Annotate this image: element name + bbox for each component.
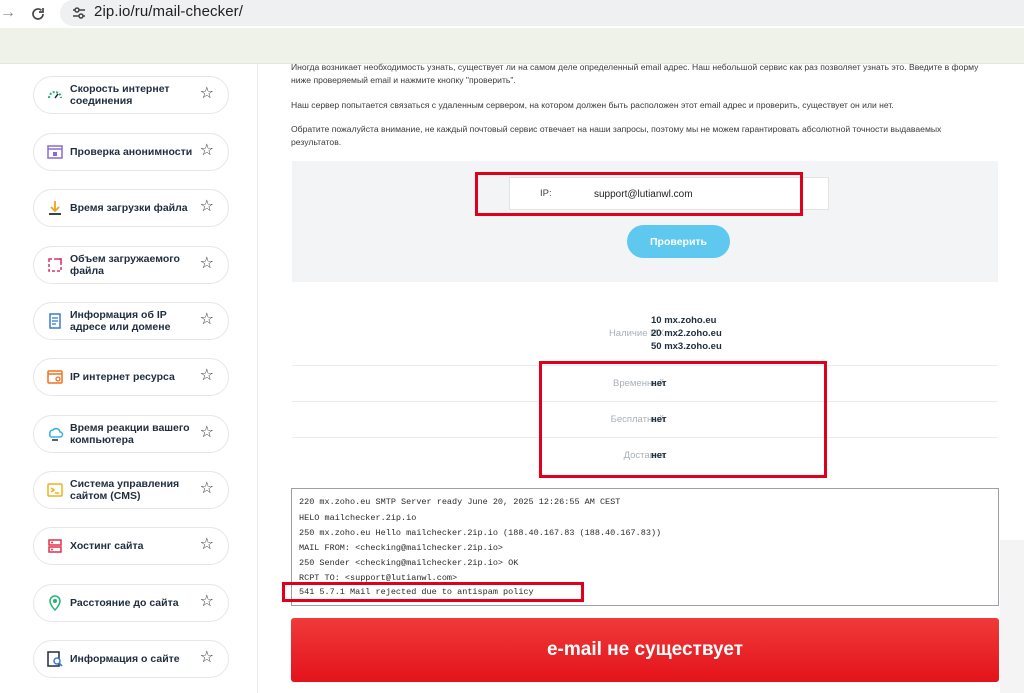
forward-arrow-icon[interactable]: → <box>0 4 16 22</box>
sidebar-item-anonymity[interactable]: Проверка анонимности ☆ <box>33 133 229 171</box>
mx-record: 20 mx2.zoho.eu <box>651 328 722 339</box>
sidebar-item-internet-speed[interactable]: Скорость интернет соединения ☆ <box>33 76 229 114</box>
star-icon[interactable]: ☆ <box>200 480 214 498</box>
sidebar-item-label: Объем загружаемого файла <box>70 253 180 277</box>
sidebar-item-cms[interactable]: Система управления сайтом (CMS) ☆ <box>33 471 229 509</box>
sidebar-item-ip-resource[interactable]: IP интернет ресурса ☆ <box>33 358 229 396</box>
sidebar-item-label: Информация об IP адресе или домене <box>70 309 171 333</box>
delivery-value: нет <box>651 450 667 461</box>
star-icon[interactable]: ☆ <box>200 255 214 273</box>
browser-toolbar: → 2ip.io/ru/mail-checker/ <box>0 0 1024 28</box>
sidebar-item-label: Время загрузки файла <box>70 202 188 214</box>
divider <box>292 437 998 438</box>
download-icon <box>49 201 61 215</box>
sidebar-item-label: IP интернет ресурса <box>70 371 175 383</box>
sidebar-item-label: Расстояние до сайта <box>70 597 179 609</box>
mx-record: 10 mx.zoho.eu <box>651 315 717 326</box>
sidebar-item-ip-info[interactable]: Информация об IP адресе или домене ☆ <box>33 302 229 340</box>
intro-paragraph: Обратите пожалуйста внимание, не каждый … <box>291 124 942 147</box>
log-line: RCPT TO: <support@lutianwl.com> <box>299 573 458 583</box>
address-bar[interactable]: 2ip.io/ru/mail-checker/ <box>60 0 1024 26</box>
sidebar-item-label: Хостинг сайта <box>70 540 144 552</box>
log-line: HELO mailchecker.2ip.io <box>299 513 417 523</box>
server-icon <box>48 539 62 553</box>
resize-icon <box>48 258 62 272</box>
sidebar-item-label: Время реакции вашего компьютера <box>70 422 190 446</box>
star-icon[interactable]: ☆ <box>200 424 214 442</box>
search-document-icon <box>47 651 63 667</box>
temporary-value: нет <box>651 378 667 389</box>
sidebar-item-distance[interactable]: Расстояние до сайта ☆ <box>33 584 229 622</box>
sidebar-item-site-info[interactable]: Информация о сайте ☆ <box>33 640 229 678</box>
intro-paragraph: Наш сервер попытается связаться с удален… <box>291 100 894 110</box>
result-text: e-mail не существует <box>546 639 743 660</box>
divider <box>292 401 998 402</box>
log-line: 220 mx.zoho.eu SMTP Server ready June 20… <box>299 497 621 507</box>
location-pin-icon <box>49 595 61 612</box>
check-button[interactable]: Проверить <box>627 225 730 258</box>
star-icon[interactable]: ☆ <box>200 367 214 385</box>
scrollbar[interactable] <box>1000 540 1024 693</box>
sidebar-item-label: Информация о сайте <box>70 653 180 665</box>
sidebar-item-file-size[interactable]: Объем загружаемого файла ☆ <box>33 246 229 284</box>
bookmarks-bar <box>0 28 1024 64</box>
main-content: Иногда возникает необходимость узнать, с… <box>259 62 1024 693</box>
cloud-computer-icon <box>49 427 64 441</box>
smtp-log: 220 mx.zoho.eu SMTP Server ready June 20… <box>291 488 999 606</box>
star-icon[interactable]: ☆ <box>200 536 214 554</box>
speedometer-icon <box>48 91 62 99</box>
mx-record: 50 mx3.zoho.eu <box>651 341 722 352</box>
log-line: 541 5.7.1 Mail rejected due to antispam … <box>299 587 534 597</box>
intro-paragraph: Иногда возникает необходимость узнать, с… <box>291 62 979 85</box>
sidebar-item-response-time[interactable]: Время реакции вашего компьютера ☆ <box>33 415 229 453</box>
site-settings-icon[interactable] <box>70 4 88 22</box>
sidebar-item-label: Система управления сайтом (CMS) <box>70 478 180 502</box>
free-value: нет <box>651 414 667 425</box>
star-icon[interactable]: ☆ <box>200 198 214 216</box>
sidebar-item-download-time[interactable]: Время загрузки файла ☆ <box>33 189 229 227</box>
sidebar-item-label: Скорость интернет соединения <box>70 83 170 107</box>
url-text[interactable]: 2ip.io/ru/mail-checker/ <box>94 3 243 20</box>
divider <box>292 365 998 366</box>
browser-window-icon <box>47 370 63 384</box>
sidebar-item-hosting[interactable]: Хостинг сайта ☆ <box>33 527 229 565</box>
sidebar-item-label: Проверка анонимности <box>70 146 193 158</box>
email-input-box: IP: <box>509 177 829 210</box>
star-icon[interactable]: ☆ <box>200 593 214 611</box>
check-form: IP: Проверить <box>292 161 998 282</box>
log-line: MAIL FROM: <checking@mailchecker.2ip.io> <box>299 543 504 553</box>
reload-icon[interactable] <box>27 3 49 25</box>
terminal-icon <box>47 483 63 497</box>
star-icon[interactable]: ☆ <box>200 142 214 160</box>
star-icon[interactable]: ☆ <box>200 85 214 103</box>
email-input[interactable] <box>580 184 820 204</box>
ip-label: IP: <box>540 188 552 199</box>
sidebar: Скорость интернет соединения ☆ Проверка … <box>0 64 258 693</box>
star-icon[interactable]: ☆ <box>200 649 214 667</box>
document-icon <box>49 313 61 329</box>
star-icon[interactable]: ☆ <box>200 311 214 329</box>
result-banner: e-mail не существует <box>291 618 999 682</box>
log-line: 250 Sender <checking@mailchecker.2ip.io>… <box>299 558 519 568</box>
log-line: 250 mx.zoho.eu Hello mailchecker.2ip.io … <box>299 528 662 538</box>
lock-window-icon <box>47 145 63 159</box>
